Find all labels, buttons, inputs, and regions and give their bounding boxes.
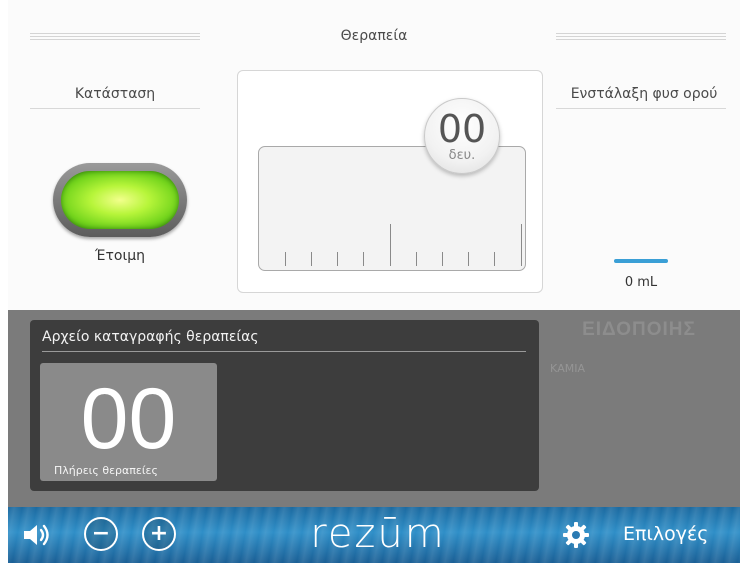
notifications-value: ΚΑΜΙΑ <box>550 362 585 375</box>
status-divider <box>30 108 200 109</box>
gauge-tick-major <box>521 224 522 266</box>
gauge-tick-major <box>390 224 391 266</box>
completed-treatments-count: 00 <box>80 371 177 467</box>
minus-icon: − <box>91 521 111 546</box>
plus-icon: + <box>149 521 169 546</box>
status-heading: Κατάσταση <box>74 86 156 102</box>
gauge-tick <box>416 252 417 266</box>
header-divider-right <box>556 33 726 40</box>
gauge-tick <box>468 252 469 266</box>
saline-value: 0 mL <box>624 275 658 290</box>
middle-panel: Αρχείο καταγραφής θεραπείας 00 Πλήρεις θ… <box>8 310 740 507</box>
therapy-timer-card: 00 δευ. <box>237 70 543 293</box>
gauge-tick <box>442 252 443 266</box>
options-button[interactable]: Επιλογές <box>623 523 708 545</box>
saline-divider <box>556 108 726 109</box>
treatment-log-title: Αρχείο καταγραφής θεραπείας <box>42 329 259 345</box>
timer-value: 00 <box>437 107 487 151</box>
timer-unit: δευ. <box>448 148 476 163</box>
notifications-title: ΕΙΔΟΠΟΙΗΣ <box>582 319 696 340</box>
gear-icon[interactable] <box>562 521 590 549</box>
bottom-toolbar: − + rezūm Επιλογές <box>8 507 740 563</box>
treatment-screen: Θεραπεία Κατάσταση Έτοιμη 00 δευ. Ενστάλ… <box>8 0 740 563</box>
status-led <box>61 171 179 229</box>
gauge-tick <box>494 252 495 266</box>
status-label: Έτοιμη <box>95 248 145 264</box>
top-panel: Θεραπεία Κατάσταση Έτοιμη 00 δευ. Ενστάλ… <box>8 0 740 310</box>
gauge-tick <box>363 252 364 266</box>
gauge-tick <box>285 252 286 266</box>
volume-down-button[interactable]: − <box>84 517 118 551</box>
gauge-tick <box>311 252 312 266</box>
volume-up-button[interactable]: + <box>142 517 176 551</box>
completed-treatments-label: Πλήρεις θεραπείες <box>54 464 158 477</box>
completed-treatments-counter: 00 Πλήρεις θεραπείες <box>40 363 217 481</box>
brand-logo: rezūm <box>310 511 446 557</box>
saline-heading: Ενστάλαξη φυσ ορού <box>570 86 718 102</box>
speaker-volume-icon[interactable] <box>22 522 52 548</box>
gauge-tick <box>337 252 338 266</box>
treatment-log-divider <box>42 351 526 352</box>
treatment-log-panel: Αρχείο καταγραφής θεραπείας 00 Πλήρεις θ… <box>30 320 539 491</box>
timer-dial: 00 δευ. <box>424 98 500 174</box>
status-indicator <box>53 163 187 237</box>
saline-level-bar <box>614 259 668 263</box>
